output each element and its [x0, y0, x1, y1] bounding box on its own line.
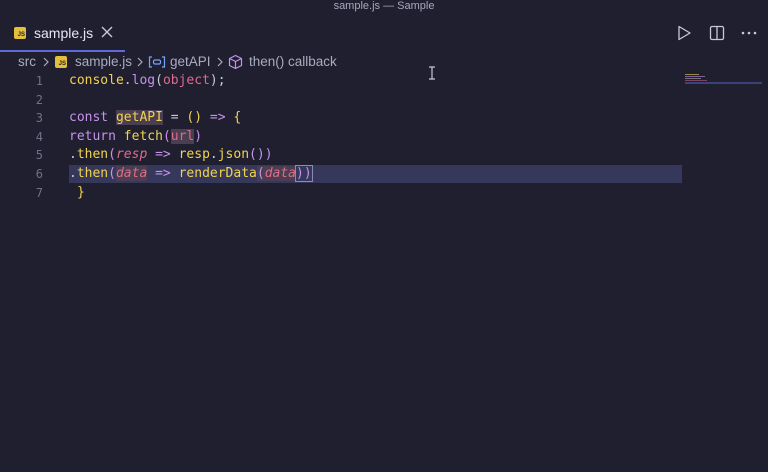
token: } [77, 184, 85, 200]
code-text[interactable]: console.log(object); [69, 72, 226, 91]
javascript-file-icon: JS [14, 27, 26, 39]
variable-icon [148, 55, 166, 72]
token: = [162, 110, 187, 126]
line-number: 1 [35, 74, 43, 88]
token: ( [108, 147, 116, 163]
breadcrumb: src JS sample.js getAPI then() callback [0, 52, 768, 72]
code-text[interactable]: .then(resp => resp.json()) [69, 146, 273, 165]
code-line[interactable]: 1 console.log(object); [0, 72, 768, 91]
token: log [131, 73, 156, 88]
token: resp [115, 147, 148, 163]
token: ( [256, 166, 265, 181]
tab-sample-js[interactable]: JS sample.js [0, 14, 125, 52]
token: ); [209, 73, 226, 88]
code-text[interactable]: .then(data => renderData(data)) [69, 165, 313, 184]
close-icon[interactable] [100, 23, 114, 41]
token: renderData [178, 166, 257, 181]
token: console [69, 73, 124, 88]
line-number: 5 [35, 148, 43, 163]
token: => [202, 110, 234, 126]
split-editor-icon[interactable] [708, 24, 726, 42]
line-number: 7 [35, 185, 43, 200]
chevron-right-icon [42, 56, 50, 68]
token: ) [194, 128, 203, 144]
token: json [217, 147, 250, 163]
breadcrumb-file[interactable]: sample.js [75, 54, 132, 69]
chevron-right-icon [216, 56, 224, 68]
token: getAPI [115, 110, 163, 126]
cube-icon [228, 54, 243, 73]
token: then [76, 166, 109, 181]
token: () [186, 110, 203, 126]
code-text[interactable]: } [77, 184, 85, 203]
line-number: 4 [35, 129, 43, 144]
ellipsis-icon[interactable] [740, 24, 758, 42]
code-editor[interactable]: 1 console.log(object); 2 3 const getAPI … [0, 72, 768, 472]
code-line[interactable]: 3 const getAPI = () => { [0, 109, 768, 128]
chevron-right-icon [136, 56, 144, 68]
token: { [233, 110, 242, 126]
token: . [123, 73, 132, 88]
token: return [69, 128, 116, 144]
javascript-file-icon: JS [55, 56, 67, 68]
token: ( [162, 128, 171, 144]
token: data [264, 166, 297, 181]
token: . [69, 147, 77, 163]
token: resp [178, 147, 210, 163]
code-line[interactable]: 4 return fetch(url) [0, 128, 768, 147]
breadcrumb-callback[interactable]: then() callback [249, 54, 337, 69]
line-number: 2 [35, 92, 43, 107]
code-line[interactable]: 5 .then(resp => resp.json()) [0, 146, 768, 165]
token: ()) [249, 147, 273, 163]
breadcrumb-folder[interactable]: src [18, 54, 36, 69]
window-title: sample.js — Sample [333, 0, 435, 12]
token: )) [295, 165, 313, 182]
token: => [147, 147, 179, 163]
code-line-current[interactable]: 6 .then(data => renderData(data)) [0, 165, 768, 184]
code-text[interactable]: const getAPI = () => { [69, 109, 241, 128]
code-line[interactable]: 2 [0, 91, 768, 110]
play-icon[interactable] [675, 24, 693, 42]
token: ( [108, 166, 116, 181]
token: const [69, 110, 109, 126]
token: => [147, 166, 179, 181]
line-number: 6 [35, 167, 43, 181]
token: url [170, 128, 195, 144]
token: . [69, 166, 77, 181]
tab-bar: JS sample.js [0, 14, 768, 52]
code-text[interactable]: return fetch(url) [69, 128, 202, 147]
line-number: 3 [35, 111, 43, 126]
token: object [162, 73, 210, 88]
token: ( [155, 73, 163, 88]
code-line[interactable]: 7 } [0, 184, 768, 203]
token: then [76, 147, 109, 163]
breadcrumb-symbol[interactable]: getAPI [170, 54, 211, 69]
tab-label: sample.js [34, 25, 94, 41]
token: fetch [123, 128, 163, 144]
token: data [115, 166, 148, 181]
token: . [209, 147, 218, 163]
